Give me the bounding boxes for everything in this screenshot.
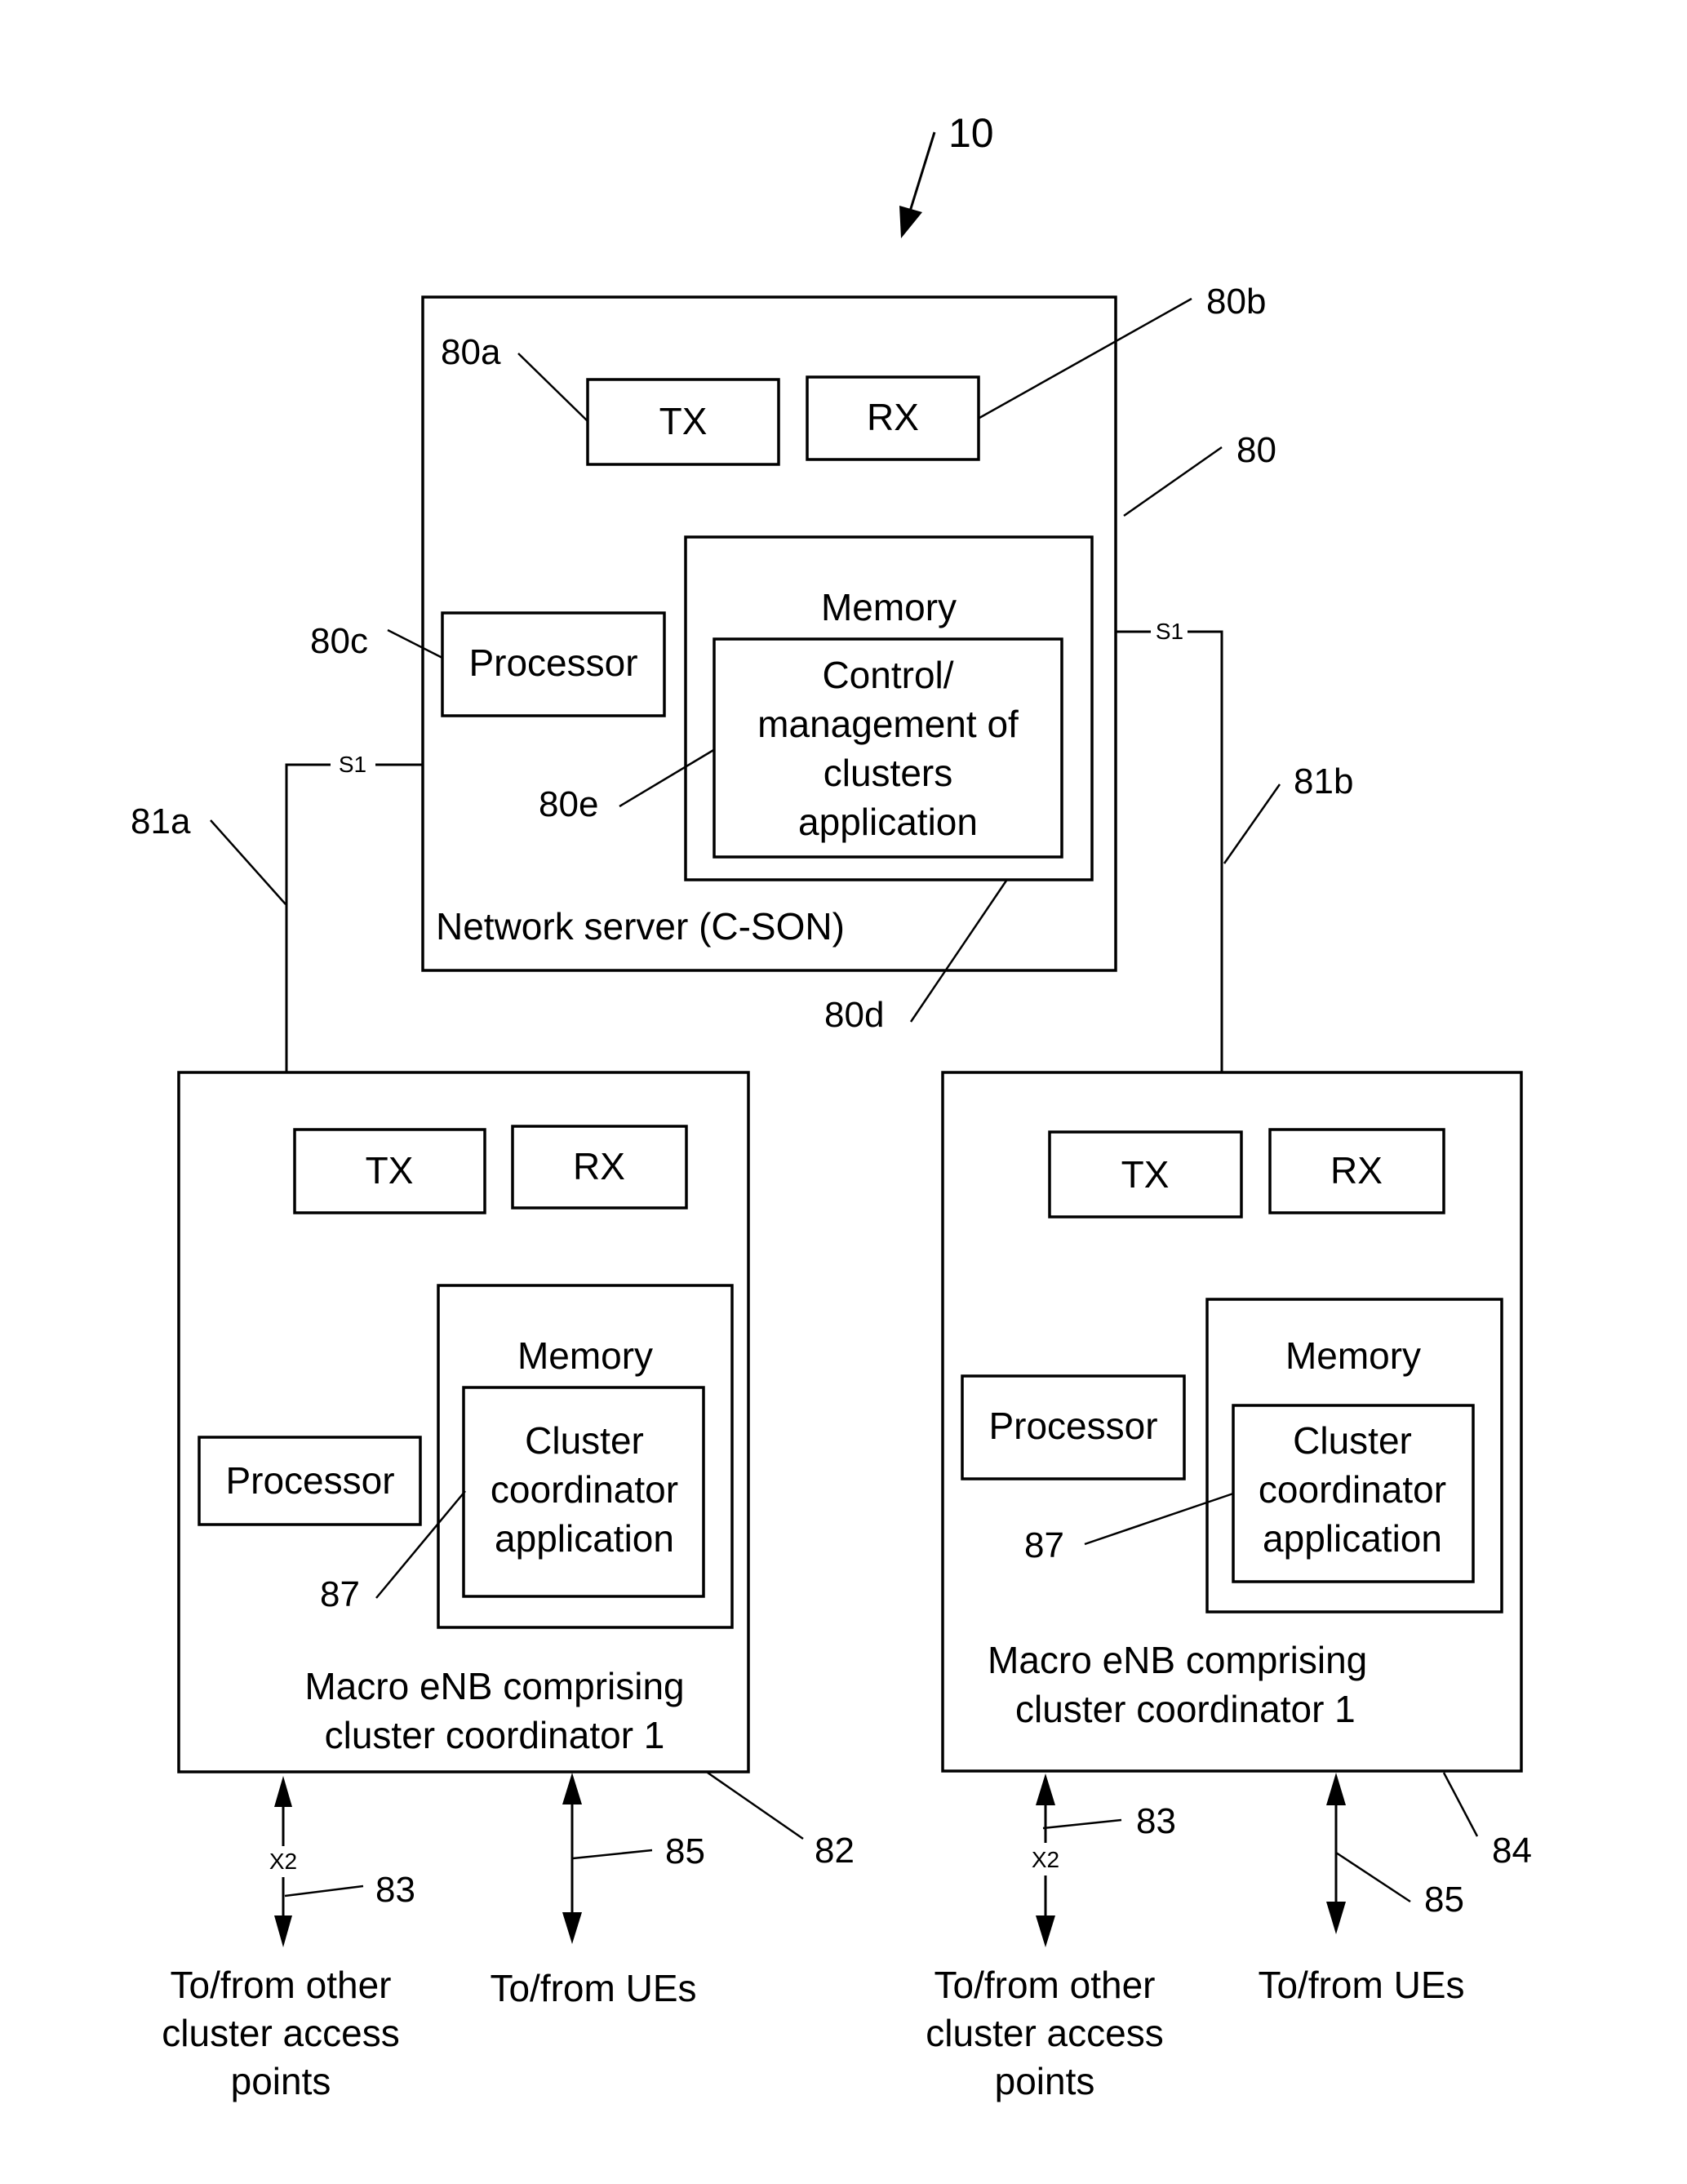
enb-right-x2-caption-line-2: cluster access xyxy=(926,2012,1163,2054)
system-diagram: 10 TX RX Processor Memory Control/ manag… xyxy=(131,110,1532,2102)
ref-80-leader xyxy=(1123,446,1223,517)
ref-80d-leader xyxy=(909,880,1008,1023)
network-server-box xyxy=(421,295,1117,972)
enb-right: TX RX Processor Memory Cluster coordinat… xyxy=(941,1071,1532,1871)
ref-82-leader xyxy=(707,1771,804,1840)
ref-80b: 80b xyxy=(1206,282,1266,322)
s1-left-line-a xyxy=(285,763,331,1072)
enb-right-app-line-2: coordinator xyxy=(1259,1468,1446,1511)
enb-right-ref-87: 87 xyxy=(1024,1525,1064,1565)
enb-left-x2-caption-line-1: To/from other xyxy=(171,1964,392,2006)
system-ref-leader xyxy=(908,131,936,215)
enb-right-app-line-3: application xyxy=(1263,1517,1442,1560)
enb-right-ref-83: 83 xyxy=(1136,1801,1176,1841)
network-server: TX RX Processor Memory Control/ manageme… xyxy=(421,295,1117,972)
enb-left-ue-arrow-down-icon xyxy=(562,1912,582,1944)
enb-right-ref-87-leader xyxy=(1084,1492,1234,1546)
s1-right-label: S1 xyxy=(1156,619,1183,644)
enb-right-ue-caption: To/from UEs xyxy=(1258,1964,1464,2006)
ref-80c-leader xyxy=(387,628,443,659)
enb-left-caption-line-2: cluster coordinator 1 xyxy=(325,1714,665,1756)
enb-left-memory-label: Memory xyxy=(517,1334,653,1377)
enb-left-ref-83-leader xyxy=(284,1884,364,1898)
enb-right-caption-line-1: Macro eNB comprising xyxy=(988,1639,1367,1681)
system-ref-arrowhead-icon xyxy=(899,206,922,238)
enb-left-tx-label: TX xyxy=(366,1149,414,1192)
ref-84: 84 xyxy=(1492,1831,1532,1871)
system-ref-label: 10 xyxy=(948,110,994,156)
system-ref-pointer: 10 xyxy=(899,110,994,238)
enb-right-x2-caption-line-3: points xyxy=(995,2060,1095,2102)
enb-left-x2-link: X2 83 To/from other cluster access point… xyxy=(162,1776,415,2102)
ref-80a-leader xyxy=(517,353,588,422)
enb-left-x2-label: X2 xyxy=(269,1849,297,1874)
ref-80e-leader xyxy=(619,748,716,808)
enb-right-app-line-1: Cluster xyxy=(1293,1419,1412,1462)
enb-left-ref-85: 85 xyxy=(665,1831,705,1871)
ref-81a-leader xyxy=(210,819,286,905)
enb-left-processor-label: Processor xyxy=(225,1459,394,1502)
enb-left-x2-caption-line-3: points xyxy=(231,2060,331,2102)
enb-right-ref-83-leader xyxy=(1042,1818,1122,1830)
server-app-line-3: clusters xyxy=(824,752,952,794)
enb-left-ue-caption: To/from UEs xyxy=(490,1967,696,2009)
enb-right-rx-label: RX xyxy=(1330,1149,1383,1192)
enb-left-caption-line-1: Macro eNB comprising xyxy=(304,1665,684,1707)
ref-80d: 80d xyxy=(824,995,884,1035)
enb-right-x2-link: X2 83 To/from other cluster access point… xyxy=(926,1773,1176,2102)
s1-link-left: S1 81a xyxy=(131,752,424,1072)
ref-80a: 80a xyxy=(441,332,501,372)
s1-link-right: S1 81b xyxy=(1116,619,1353,1072)
s1-right-line-b xyxy=(1188,630,1223,1072)
enb-right-tx-label: TX xyxy=(1121,1153,1170,1196)
ref-81b: 81b xyxy=(1294,761,1353,801)
enb-left-app-line-3: application xyxy=(495,1517,674,1560)
ref-80c: 80c xyxy=(310,621,368,661)
server-processor-label: Processor xyxy=(468,641,637,684)
ref-81a: 81a xyxy=(131,801,191,841)
ref-84-leader xyxy=(1442,1772,1479,1837)
enb-left: TX RX Processor Memory Cluster coordinat… xyxy=(177,1071,855,1871)
enb-left-x2-caption-line-2: cluster access xyxy=(162,2012,399,2054)
enb-left-rx-label: RX xyxy=(573,1145,625,1187)
s1-left-label: S1 xyxy=(339,752,366,777)
ref-82: 82 xyxy=(815,1831,855,1871)
ref-80b-leader xyxy=(979,297,1192,419)
enb-right-ref-85-leader xyxy=(1335,1851,1411,1903)
enb-right-x2-arrow-down-icon xyxy=(1036,1915,1055,1947)
server-rx-label: RX xyxy=(867,396,919,438)
ref-80e: 80e xyxy=(539,784,598,824)
enb-left-ref-85-leader xyxy=(572,1849,653,1860)
enb-right-memory-label: Memory xyxy=(1285,1334,1421,1377)
enb-right-ue-arrow-up-icon xyxy=(1326,1773,1346,1805)
enb-right-caption-line-2: cluster coordinator 1 xyxy=(1015,1688,1356,1730)
enb-left-ref-87: 87 xyxy=(320,1574,360,1614)
enb-left-ref-83: 83 xyxy=(375,1870,415,1910)
enb-right-ref-85: 85 xyxy=(1424,1880,1464,1920)
enb-left-ue-link: 85 To/from UEs xyxy=(490,1773,705,2009)
enb-left-ue-arrow-up-icon xyxy=(562,1773,582,1804)
enb-right-x2-caption-line-1: To/from other xyxy=(935,1964,1156,2006)
network-server-label: Network server (C-SON) xyxy=(436,905,845,948)
enb-left-app-line-1: Cluster xyxy=(525,1419,644,1462)
enb-right-x2-arrow-up-icon xyxy=(1036,1773,1055,1805)
ref-81b-leader xyxy=(1223,783,1281,864)
server-app-line-1: Control/ xyxy=(822,654,953,696)
enb-left-x2-arrow-up-icon xyxy=(274,1776,292,1807)
server-memory-label: Memory xyxy=(821,586,957,628)
s1-left-line-b xyxy=(375,759,424,766)
server-app-line-4: application xyxy=(798,801,978,843)
enb-right-ue-link: 85 To/from UEs xyxy=(1258,1773,1465,2006)
enb-right-processor-label: Processor xyxy=(988,1405,1157,1447)
server-app-line-2: management of xyxy=(757,703,1019,745)
server-tx-label: TX xyxy=(659,400,708,442)
enb-left-app-line-2: coordinator xyxy=(491,1468,678,1511)
enb-right-x2-label: X2 xyxy=(1032,1847,1059,1872)
enb-right-ue-arrow-down-icon xyxy=(1326,1902,1346,1934)
enb-left-x2-arrow-down-icon xyxy=(274,1915,292,1947)
ref-80: 80 xyxy=(1236,430,1276,470)
